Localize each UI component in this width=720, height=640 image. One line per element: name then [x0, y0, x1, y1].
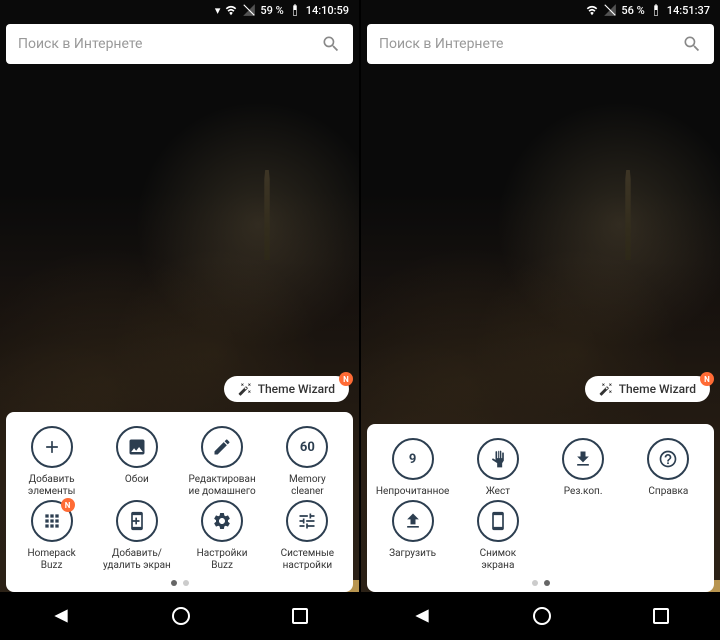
home-button[interactable] — [533, 607, 551, 625]
menu-panel: Добавитьэлементы Обои Редактирование домаш… — [6, 412, 353, 592]
question-icon — [647, 438, 689, 480]
hand-icon — [477, 438, 519, 480]
num9-icon: 9 — [392, 438, 434, 480]
menu-item[interactable]: Жест — [456, 438, 539, 498]
search-icon — [682, 34, 702, 54]
menu-item[interactable]: Редактирование домашнего — [181, 426, 264, 498]
phone-left: ▾ 59 % 14:10:59 Поиск в Интернете Theme … — [0, 0, 359, 640]
recents-button[interactable] — [292, 608, 308, 624]
menu-item[interactable]: Загрузить — [371, 500, 454, 572]
theme-wizard-button[interactable]: Theme Wizard N — [224, 376, 349, 402]
battery-percent: 59 % — [260, 4, 283, 17]
wand-icon — [238, 382, 252, 396]
cell-off-icon — [603, 3, 617, 17]
search-placeholder: Поиск в Интернете — [18, 36, 321, 52]
menu-item[interactable]: Обои — [95, 426, 178, 498]
wallpaper-tower — [619, 170, 637, 260]
download-icon — [562, 438, 604, 480]
nav-bar — [0, 592, 359, 640]
menu-item-label: Добавитьэлементы — [28, 474, 75, 498]
menu-item-label: Редактирование домашнего — [188, 474, 255, 498]
clock: 14:51:37 — [667, 4, 710, 17]
menu-item[interactable]: Снимокэкрана — [456, 500, 539, 572]
nav-bar — [361, 592, 720, 640]
menu-item-label: Добавить/удалить экран — [103, 548, 171, 572]
pencil-icon — [201, 426, 243, 468]
recents-button[interactable] — [653, 608, 669, 624]
menu-item-label: Рез.коп. — [564, 486, 603, 498]
phone-right: 56 % 14:51:37 Поиск в Интернете Theme Wi… — [361, 0, 720, 640]
menu-item[interactable]: Добавить/удалить экран — [95, 500, 178, 572]
clock: 14:10:59 — [306, 4, 349, 17]
menu-grid: Добавитьэлементы Обои Редактирование домаш… — [10, 426, 349, 572]
new-badge: N — [61, 498, 75, 512]
menu-item-label: Справка — [648, 486, 688, 498]
signal-down-icon: ▾ — [215, 4, 221, 17]
menu-grid: 9 Непрочитанное Жест Рез.коп. Справка Загрузи… — [371, 438, 710, 572]
page-dots — [371, 580, 710, 586]
menu-item-label: Непрочитанное — [376, 486, 449, 498]
menu-item[interactable]: НастройкиBuzz — [181, 500, 264, 572]
back-button[interactable] — [412, 606, 432, 626]
wallpaper-tower — [258, 170, 276, 260]
gear-icon — [201, 500, 243, 542]
new-badge: N — [339, 372, 353, 386]
plus-icon — [31, 426, 73, 468]
image-icon — [116, 426, 158, 468]
dot-1[interactable] — [532, 580, 538, 586]
menu-item[interactable]: Рез.коп. — [542, 438, 625, 498]
battery-percent: 56 % — [621, 4, 644, 17]
search-icon — [321, 34, 341, 54]
menu-item-label: Memorycleaner — [289, 474, 326, 498]
cell-off-icon — [242, 3, 256, 17]
wifi-icon — [585, 3, 599, 17]
menu-item[interactable]: N HomepackBuzz — [10, 500, 93, 572]
phone-icon — [477, 500, 519, 542]
new-badge: N — [700, 372, 714, 386]
menu-item[interactable]: Системныенастройки — [266, 500, 349, 572]
status-bar: 56 % 14:51:37 — [361, 0, 720, 20]
search-bar[interactable]: Поиск в Интернете — [6, 24, 353, 64]
wifi-icon — [224, 3, 238, 17]
menu-item-label: Системныенастройки — [281, 548, 335, 572]
wand-icon — [599, 382, 613, 396]
back-button[interactable] — [51, 606, 71, 626]
menu-item-label: Снимокэкрана — [480, 548, 517, 572]
menu-panel: 9 Непрочитанное Жест Рез.коп. Справка Загрузи… — [367, 424, 714, 592]
menu-item-label: Загрузить — [389, 548, 436, 560]
search-placeholder: Поиск в Интернете — [379, 36, 682, 52]
theme-wizard-button[interactable]: Theme Wizard N — [585, 376, 710, 402]
menu-item[interactable]: Справка — [627, 438, 710, 498]
menu-item-label: НастройкиBuzz — [197, 548, 248, 572]
battery-icon — [288, 3, 302, 17]
sliders-icon — [286, 500, 328, 542]
menu-item[interactable]: 60 Memorycleaner — [266, 426, 349, 498]
homepack-icon: N — [31, 500, 73, 542]
menu-item[interactable]: 9 Непрочитанное — [371, 438, 454, 498]
menu-item-label: Обои — [125, 474, 149, 486]
search-bar[interactable]: Поиск в Интернете — [367, 24, 714, 64]
battery-icon — [649, 3, 663, 17]
status-bar: ▾ 59 % 14:10:59 — [0, 0, 359, 20]
dot-2[interactable] — [544, 580, 550, 586]
menu-item[interactable]: Добавитьэлементы — [10, 426, 93, 498]
num60-icon: 60 — [286, 426, 328, 468]
home-button[interactable] — [172, 607, 190, 625]
dot-2[interactable] — [183, 580, 189, 586]
upload-icon — [392, 500, 434, 542]
dot-1[interactable] — [171, 580, 177, 586]
screen-plus-icon — [116, 500, 158, 542]
menu-item-label: HomepackBuzz — [27, 548, 75, 572]
menu-item-label: Жест — [486, 486, 510, 498]
page-dots — [10, 580, 349, 586]
